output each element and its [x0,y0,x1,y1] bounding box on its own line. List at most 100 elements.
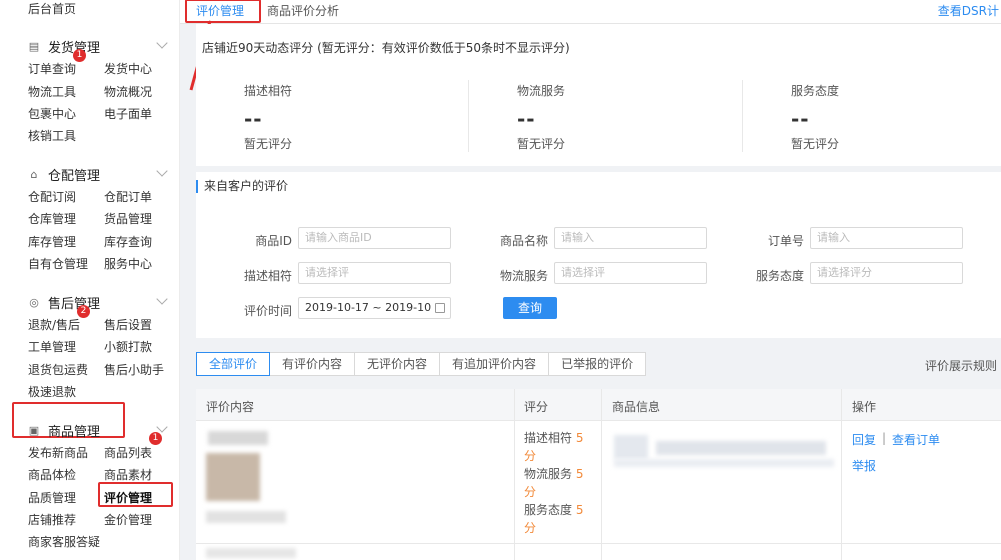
column-header: 评分 [524,400,549,414]
sidebar-item-order-query[interactable]: 订单查询 [28,60,76,77]
calendar-icon[interactable] [435,303,445,313]
tab-without-content[interactable]: 无评价内容 [354,352,441,376]
chevron-down-icon[interactable] [156,421,168,433]
score-unit: 分 [524,449,537,463]
sidebar-item-own-wh[interactable]: 自有仓管理 [28,255,88,272]
sidebar-item-ticket-manage[interactable]: 工单管理 [28,338,76,355]
sidebar-item-return-shipping[interactable]: 退货包运费 [28,361,88,378]
tab-all-reviews[interactable]: 全部评价 [196,352,271,376]
sidebar-item-product-check[interactable]: 商品体检 [28,466,76,483]
dsr-sub: 暂无评分 [791,137,840,151]
divider [742,80,743,152]
warehouse-icon: ⌂ [30,167,38,181]
sidebar-item-verify-tools[interactable]: 核销工具 [28,127,76,144]
order-label: 订单号 [767,234,804,248]
score-desc: 描述相符 5 分 [524,429,583,465]
dsr-value: -- [244,107,263,131]
dsr-label: 描述相符 [244,84,293,98]
logistics-score-label: 物流服务 [499,269,548,283]
report-link[interactable]: 举报 [852,457,876,474]
sidebar-item-wh-manage[interactable]: 仓库管理 [28,210,76,227]
sidebar-section-products[interactable]: ▣ 商品管理 [28,421,100,440]
sidebar-item-gold-price[interactable]: 金价管理 [104,511,152,528]
tab-with-followup[interactable]: 有追加评价内容 [439,352,550,376]
sidebar-item-after-sales-helper[interactable]: 售后小助手 [104,361,164,378]
score-number: 5 [575,467,584,481]
divider [841,389,842,560]
date-range-value: 2019-10-17 ~ 2019-10 [305,301,432,314]
sidebar-section-warehouse[interactable]: ⌂ 仓配管理 [28,165,101,184]
sidebar-item-e-waybill[interactable]: 电子面单 [104,105,152,122]
sidebar-item-review-manage[interactable]: 评价管理 [104,489,152,506]
desc-score-select[interactable]: 请选择评 [298,262,451,284]
chevron-down-icon[interactable] [156,37,168,49]
sidebar-item-wh-orders[interactable]: 仓配订单 [104,188,152,205]
order-input[interactable]: 请输入 [810,227,963,249]
view-dsr-link[interactable]: 查看DSR计 [938,2,999,19]
score-unit: 分 [524,485,537,499]
sidebar-item-package-center[interactable]: 包裹中心 [28,105,76,122]
column-header: 操作 [852,400,877,414]
sidebar-item-stock-manage[interactable]: 库存管理 [28,233,76,250]
dsr-desc: 描述相符 -- 暂无评分 [244,82,292,152]
product-name-input[interactable]: 请输入 [554,227,707,249]
dsr-service: 服务态度 -- 暂无评分 [791,82,839,152]
sidebar-item-publish-product[interactable]: 发布新商品 [28,444,88,461]
sidebar-item-product-list[interactable]: 商品列表 [104,444,152,461]
view-order-link[interactable]: 查看订单 [892,431,940,448]
tab-bar: 评价管理 商品评价分析 查看DSR计 [180,0,1001,24]
review-filter-tabs: 全部评价 有评价内容 无评价内容 有追加评价内容 已举报的评价 [196,352,647,376]
sidebar-section-label: 售后管理 [48,297,101,312]
dsr-sub: 暂无评分 [517,137,566,151]
action-separator: | [882,431,887,445]
sidebar-item-after-sales-settings[interactable]: 售后设置 [104,316,152,333]
sidebar: 后台首页 ▤ 发货管理 1 订单查询 发货中心 物流工具 物流概况 包裹中心 电… [0,0,180,560]
score-label: 描述相符 [524,431,573,445]
product-id-label: 商品ID [255,234,292,248]
sidebar-item-logistics-tools[interactable]: 物流工具 [28,83,76,100]
score-logistics: 物流服务 5 分 [524,465,583,501]
score-number: 5 [575,503,584,517]
sidebar-item-small-payment[interactable]: 小额打款 [104,338,152,355]
box-icon: ▣ [28,423,40,437]
sidebar-item-logistics-overview[interactable]: 物流概况 [104,83,152,100]
tab-reported[interactable]: 已举报的评价 [548,352,647,376]
divider [468,80,469,152]
sidebar-section-shipping[interactable]: ▤ 发货管理 [28,37,100,56]
sidebar-item-customer-qa[interactable]: 商家客服答疑 [28,533,100,550]
product-id-input[interactable]: 请输入商品ID [298,227,451,249]
sidebar-item-store-recommend[interactable]: 店铺推荐 [28,511,76,528]
sidebar-item-goods-manage[interactable]: 货品管理 [104,210,152,227]
blurred-review-text [206,548,296,558]
chevron-down-icon[interactable] [156,165,168,177]
sidebar-item-fast-refund[interactable]: 极速退款 [28,383,76,400]
sidebar-item-refund[interactable]: 退款/售后 [28,316,80,333]
sidebar-item-shipping-center[interactable]: 发货中心 [104,60,152,77]
sidebar-item-product-material[interactable]: 商品素材 [104,466,152,483]
blurred-review-text [206,511,286,523]
dsr-value: -- [791,107,810,131]
score-label: 物流服务 [524,467,573,481]
reply-link[interactable]: 回复 [852,431,876,448]
divider [601,389,602,560]
review-time-label: 评价时间 [243,304,292,318]
blurred-review-text [208,431,268,445]
review-time-picker[interactable]: 2019-10-17 ~ 2019-10 [298,297,451,319]
table-header: 评价内容 评分 商品信息 操作 [196,389,1001,421]
dsr-label: 服务态度 [791,84,840,98]
logistics-score-select[interactable]: 请选择评 [554,262,707,284]
column-header: 评价内容 [206,400,255,414]
product-name-label: 商品名称 [499,234,548,248]
query-button[interactable]: 查询 [503,297,557,319]
service-score-select[interactable]: 请选择评分 [810,262,963,284]
sidebar-item-home[interactable]: 后台首页 [28,0,76,17]
tab-with-content[interactable]: 有评价内容 [269,352,356,376]
sidebar-item-wh-subscribe[interactable]: 仓配订阅 [28,188,76,205]
tab-review-analysis[interactable]: 商品评价分析 [267,2,339,19]
sidebar-item-service-center[interactable]: 服务中心 [104,255,152,272]
blurred-review-image [206,453,260,501]
sidebar-item-stock-query[interactable]: 库存查询 [104,233,152,250]
review-display-rules-link[interactable]: 评价展示规则 [925,357,997,374]
chevron-down-icon[interactable] [156,293,168,305]
sidebar-item-quality-manage[interactable]: 品质管理 [28,489,76,506]
